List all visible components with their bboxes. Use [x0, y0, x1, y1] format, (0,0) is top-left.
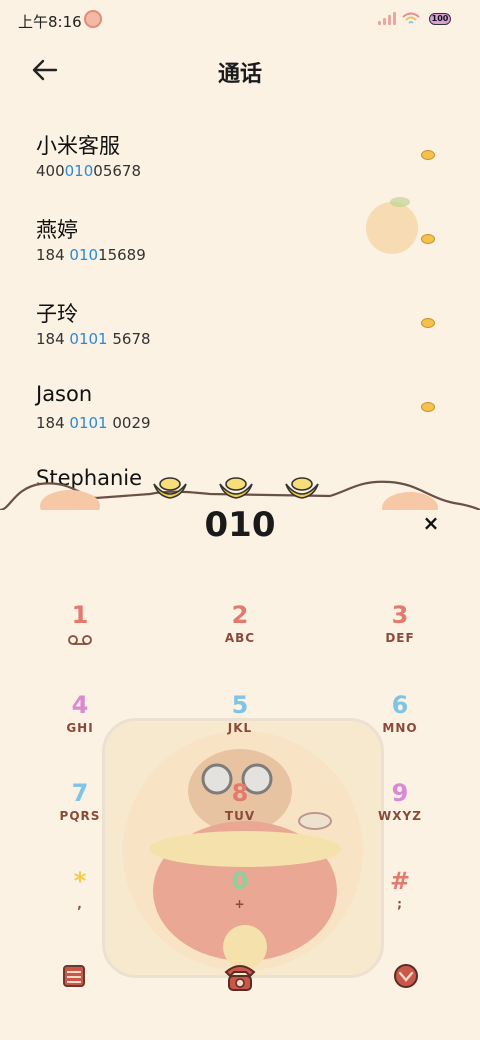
status-bar: 上午8:16 100 [0, 0, 480, 40]
signal-icon [378, 12, 396, 25]
coin-icon [421, 150, 435, 160]
contacts-menu-button[interactable] [54, 956, 94, 996]
gold-ingot-icon [153, 477, 187, 499]
key-5[interactable]: 5 JKL [180, 690, 300, 762]
dialed-number: 010 [204, 505, 276, 545]
coin-icon [421, 234, 435, 244]
status-time: 上午8:16 [18, 13, 82, 31]
header: 通话 [0, 48, 480, 92]
voicemail-icon [68, 630, 92, 645]
contact-row[interactable]: 燕婷 184 01015689 [0, 204, 480, 288]
contacts-menu-icon [63, 965, 85, 987]
wifi-icon [402, 12, 420, 24]
key-1[interactable]: 1 [20, 600, 140, 672]
contact-number: 184 01015689 [36, 246, 146, 264]
contact-name: 小米客服 [36, 134, 120, 158]
contact-number: 184 0101 5678 [36, 330, 151, 348]
key-3[interactable]: 3 DEF [340, 600, 460, 672]
contact-name: 子玲 [36, 302, 78, 326]
contact-name: Jason [36, 382, 93, 406]
key-7[interactable]: 7 PQRS [20, 778, 140, 850]
battery-icon: 100 [429, 13, 451, 25]
gold-ingot-icon [219, 477, 253, 499]
coin-icon [421, 318, 435, 328]
key-star[interactable]: *, [20, 866, 140, 938]
call-button[interactable] [220, 956, 260, 996]
contact-number: 40001005678 [36, 162, 141, 180]
page-title: 通话 [217, 62, 262, 87]
collapse-keypad-button[interactable] [386, 956, 426, 996]
gold-ingot-icon [285, 477, 319, 499]
contact-name: 燕婷 [36, 218, 78, 242]
key-6[interactable]: 6 MNO [340, 690, 460, 762]
contact-row[interactable]: 小米客服 40001005678 [0, 120, 480, 204]
phone-call-icon [224, 965, 256, 991]
contact-number: 184 0101 0029 [36, 414, 151, 432]
key-8[interactable]: 8 TUV [180, 778, 300, 850]
key-hash[interactable]: #; [340, 866, 460, 938]
coin-icon [421, 402, 435, 412]
contact-row[interactable]: 子玲 184 0101 5678 [0, 288, 480, 372]
clear-digits-button[interactable]: × [420, 512, 442, 534]
key-0[interactable]: 0 + [180, 866, 300, 938]
status-notification-icon [84, 10, 102, 28]
collapse-keypad-icon [394, 964, 418, 988]
contact-row[interactable]: Jason 184 0101 0029 [0, 372, 480, 456]
key-9[interactable]: 9 WXYZ [340, 778, 460, 850]
contact-results-list: 小米客服 40001005678 燕婷 184 01015689 子玲 184 … [0, 120, 480, 456]
key-4[interactable]: 4 GHI [20, 690, 140, 762]
key-2[interactable]: 2 ABC [180, 600, 300, 672]
